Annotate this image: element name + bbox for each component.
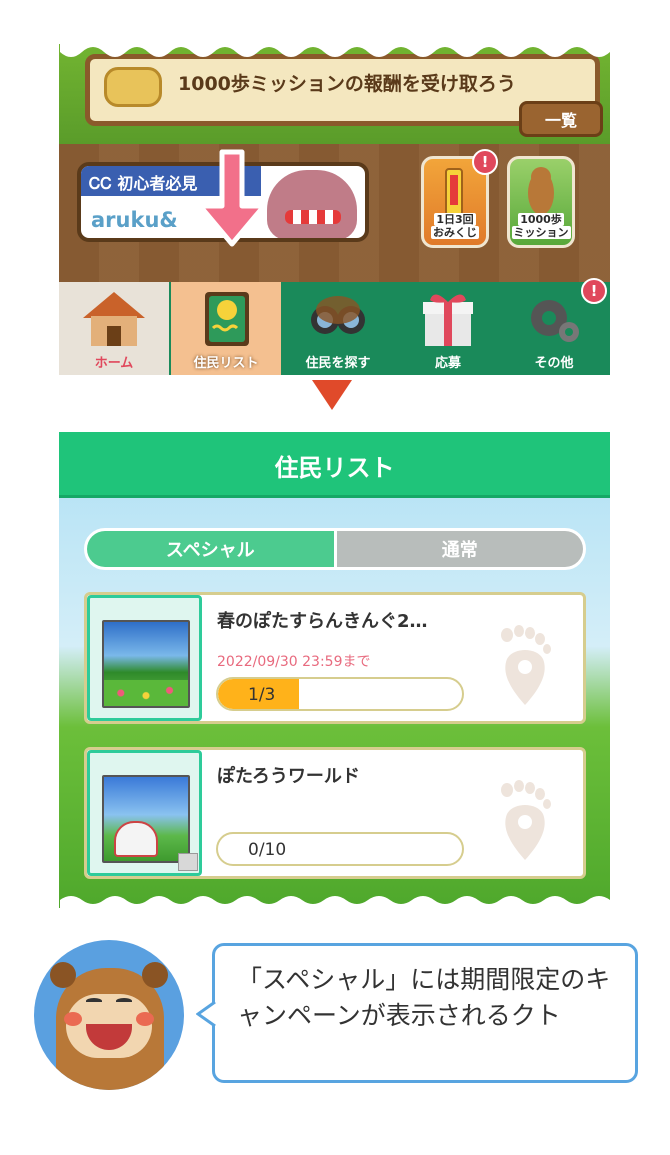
speech-text: 「スペシャル」には期間限定のキャンペーンが表示されるクト bbox=[237, 965, 611, 1030]
gear-icon bbox=[531, 300, 579, 342]
campaign-title: 春のぽたすらんきんぐ2… bbox=[217, 611, 428, 632]
progress-text: 1/3 bbox=[248, 685, 276, 705]
tab-label: 住民リスト bbox=[193, 356, 259, 371]
tab-apply[interactable]: 応募 bbox=[393, 282, 503, 375]
list-item[interactable]: 春のぽたすらんきんぐ2… 2022/09/30 23:59まで 1/3 bbox=[84, 592, 586, 724]
progress-bar: 1/3 bbox=[216, 677, 464, 711]
omikuji-label: 1日3回 おみくじ bbox=[431, 213, 479, 239]
omikuji-button[interactable]: 1日3回 おみくじ ! bbox=[421, 149, 498, 248]
thumbnail-frame bbox=[87, 595, 202, 721]
otter-avatar bbox=[34, 940, 184, 1090]
tab-label: 住民を探す bbox=[305, 356, 371, 371]
mission1000-label: 1000歩 ミッション bbox=[511, 213, 571, 239]
home-screenshot: 1000歩ミッションの報酬を受け取ろう 一覧 ᏟᏟ 初心者必見 aruku& 1… bbox=[59, 44, 610, 375]
bottom-tab-bar: ホーム 住民リスト 住民を探す 応募 その他 ! bbox=[59, 278, 610, 375]
mission-text: 1000歩ミッションの報酬を受け取ろう bbox=[178, 73, 516, 95]
avatar-eye bbox=[116, 998, 132, 1004]
thumbnail-frame bbox=[87, 750, 202, 876]
page-title: 住民リスト bbox=[274, 454, 395, 482]
progress-text: 0/10 bbox=[248, 840, 287, 860]
header-bar: 住民リスト bbox=[59, 432, 610, 498]
gift-icon bbox=[423, 294, 473, 346]
tab-label: 応募 bbox=[434, 356, 461, 371]
resident-list-screenshot: 住民リスト スペシャル 通常 春のぽたすらんきんぐ2… 2022/09/30 2… bbox=[59, 432, 610, 908]
mission1000-button[interactable]: 1000歩 ミッション bbox=[507, 156, 575, 248]
other-badge: ! bbox=[581, 278, 607, 304]
campaign-thumbnail bbox=[102, 620, 190, 708]
tab-label: その他 bbox=[534, 356, 574, 371]
list-item[interactable]: ぽたろうワールド 0/10 bbox=[84, 747, 586, 879]
tab-label: ホーム bbox=[94, 356, 134, 371]
avatar-ear bbox=[50, 962, 76, 988]
tab-find-resident[interactable]: 住民を探す bbox=[283, 282, 393, 375]
banner-character bbox=[267, 170, 357, 238]
avatar-ear bbox=[142, 962, 168, 988]
campaign-deadline: 2022/09/30 23:59まで bbox=[217, 654, 371, 670]
list-button[interactable]: 一覧 bbox=[519, 101, 603, 137]
tab-special[interactable]: スペシャル bbox=[87, 531, 334, 567]
down-arrow-icon bbox=[197, 149, 267, 247]
footprint-pin-icon bbox=[501, 625, 551, 705]
transition-arrow bbox=[312, 380, 352, 410]
speech-bubble-tail bbox=[196, 1000, 216, 1028]
speech-bubble: 「スペシャル」には期間限定のキャンペーンが表示されるクト bbox=[212, 943, 638, 1083]
binoculars-icon bbox=[311, 296, 365, 334]
campaign-title: ぽたろうワールド bbox=[217, 766, 360, 787]
tab-home[interactable]: ホーム bbox=[59, 282, 169, 375]
avatar-cheek bbox=[64, 1012, 82, 1026]
banner-logo: aruku& bbox=[91, 208, 178, 232]
tab-other[interactable]: その他 ! bbox=[499, 278, 609, 375]
coin-icon bbox=[104, 67, 162, 107]
wavy-edge bbox=[59, 44, 610, 57]
resident-list-icon bbox=[205, 292, 249, 346]
avatar-eye bbox=[86, 998, 102, 1004]
tab-resident-list[interactable]: 住民リスト bbox=[171, 282, 281, 375]
omikuji-badge: ! bbox=[472, 149, 498, 175]
campaign-thumbnail bbox=[102, 775, 190, 863]
wavy-edge bbox=[59, 896, 610, 908]
wood-area: ᏟᏟ 初心者必見 aruku& 1日3回 おみくじ ! 1000歩 ミッション bbox=[59, 144, 610, 364]
progress-bar: 0/10 bbox=[216, 832, 464, 866]
map-icon bbox=[178, 853, 198, 871]
tab-normal[interactable]: 通常 bbox=[333, 531, 583, 567]
avatar-cheek bbox=[136, 1012, 154, 1026]
footprint-pin-icon bbox=[501, 780, 551, 860]
segment-control: スペシャル 通常 bbox=[84, 528, 586, 570]
home-icon bbox=[83, 292, 145, 346]
